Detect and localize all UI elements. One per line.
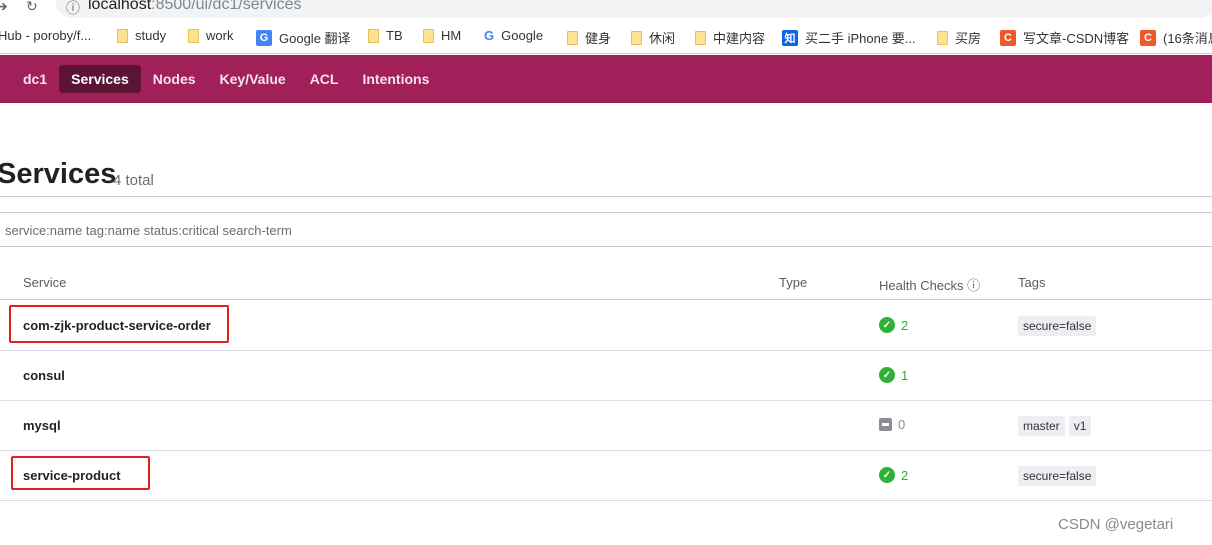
health-count: 0 <box>898 417 906 432</box>
google-icon: G <box>484 28 495 43</box>
csdn-icon: C <box>1140 29 1156 46</box>
tag-badge: secure=false <box>1018 316 1097 336</box>
nav-key-value[interactable]: Key/Value <box>208 65 298 93</box>
bookmark-label: 买房 <box>955 31 982 46</box>
folder-icon <box>937 30 948 45</box>
bookmark-item[interactable]: 买房 <box>937 28 981 47</box>
row-divider <box>0 400 1212 401</box>
health-checks: 0 <box>879 417 905 432</box>
watermark: CSDN @vegetari <box>1058 516 1174 533</box>
bookmark-label: 休闲 <box>649 31 676 46</box>
total-count: 4 total <box>113 172 154 189</box>
bookmark-item[interactable]: work <box>188 28 233 43</box>
bookmark-item[interactable]: HM <box>423 28 461 43</box>
bookmark-label: 健身 <box>585 31 612 46</box>
bookmark-item[interactable]: study <box>117 28 166 43</box>
health-count: 2 <box>901 317 909 333</box>
service-name[interactable]: mysql <box>23 418 61 433</box>
header-health[interactable]: Health Checks ⓘ <box>879 275 980 294</box>
nav-intentions[interactable]: Intentions <box>350 65 441 93</box>
highlight-box <box>9 305 229 343</box>
bookmark-item[interactable]: G Google <box>484 28 543 43</box>
bookmark-label: HM <box>441 28 462 43</box>
bookmark-label: Hub - poroby/f... <box>0 28 92 43</box>
bookmark-item[interactable]: G Google 翻译 <box>256 28 351 47</box>
nav-nodes[interactable]: Nodes <box>141 65 208 93</box>
bookmark-item[interactable]: 休闲 <box>631 28 675 47</box>
bookmark-label: TB <box>386 28 403 43</box>
csdn-icon: C <box>1000 29 1016 46</box>
reload-icon[interactable]: ↻ <box>26 0 38 15</box>
divider <box>0 196 1212 197</box>
health-checks: ✓ 2 <box>879 467 908 483</box>
bookmark-item[interactable]: TB <box>368 28 403 43</box>
tag-badge: secure=false <box>1018 466 1097 486</box>
header-divider <box>0 299 1212 300</box>
bookmark-label: Google <box>501 28 544 43</box>
datacenter-menu[interactable]: dc1 <box>11 65 59 93</box>
bookmark-label: (16条消息 <box>1163 31 1212 46</box>
tags: secure=false <box>1018 316 1097 336</box>
zhihu-icon: 知 <box>782 29 798 46</box>
bookmark-item[interactable]: 健身 <box>567 28 611 47</box>
health-checks: ✓ 1 <box>879 367 908 383</box>
info-icon[interactable]: ⓘ <box>66 0 80 18</box>
search-input[interactable]: service:name tag:name status:critical se… <box>0 212 1212 247</box>
bookmark-item[interactable]: C (16条消息 <box>1140 28 1212 47</box>
back-icon[interactable]: ➔ <box>0 0 8 15</box>
header-tags[interactable]: Tags <box>1018 275 1045 290</box>
bookmark-item[interactable]: 中建内容 <box>695 28 765 47</box>
tag-badge: master <box>1018 416 1065 436</box>
tags: master v1 <box>1018 416 1092 436</box>
google-translate-icon: G <box>256 29 272 46</box>
bookmark-label: 中建内容 <box>713 31 766 46</box>
nav-services[interactable]: Services <box>59 65 141 93</box>
bookmark-label: 写文章-CSDN博客 <box>1023 31 1130 46</box>
folder-icon <box>423 28 434 43</box>
tag-badge: v1 <box>1068 416 1092 436</box>
health-count: 1 <box>901 367 909 383</box>
url-text[interactable]: localhost:8500/ui/dc1/services <box>88 0 301 14</box>
bookmark-item[interactable]: C 写文章-CSDN博客 <box>1000 28 1129 47</box>
header-type[interactable]: Type <box>779 275 807 290</box>
bookmark-item[interactable]: Hub - poroby/f... <box>0 28 91 43</box>
folder-icon <box>631 30 642 45</box>
health-checks: ✓ 2 <box>879 317 908 333</box>
bookmarks-bar: Hub - poroby/f... study work G Google 翻译 TB HM… <box>0 19 1212 54</box>
address-bar: ➔ ↻ ⓘ localhost:8500/ui/dc1/services <box>0 0 1212 19</box>
folder-icon <box>567 30 578 45</box>
highlight-box <box>11 456 150 490</box>
nav-acl[interactable]: ACL <box>298 65 351 93</box>
check-circle-icon: ✓ <box>879 467 895 483</box>
bookmark-label: Google 翻译 <box>279 31 351 46</box>
page-title: Services <box>0 158 117 190</box>
row-divider <box>0 500 1212 501</box>
bookmark-label: study <box>135 28 167 43</box>
row-divider <box>0 350 1212 351</box>
service-name[interactable]: consul <box>23 368 65 383</box>
folder-icon <box>368 28 379 43</box>
bookmark-label: work <box>206 28 234 43</box>
tags: secure=false <box>1018 466 1097 486</box>
folder-icon <box>117 28 128 43</box>
row-divider <box>0 450 1212 451</box>
top-nav: dc1 Services Nodes Key/Value ACL Intenti… <box>0 55 1212 103</box>
minus-square-icon <box>879 418 892 431</box>
check-circle-icon: ✓ <box>879 317 895 333</box>
info-icon[interactable]: ⓘ <box>967 278 980 293</box>
bookmark-label: 买二手 iPhone 要... <box>805 31 916 46</box>
check-circle-icon: ✓ <box>879 367 895 383</box>
health-count: 2 <box>901 467 909 483</box>
folder-icon <box>188 28 199 43</box>
folder-icon <box>695 30 706 45</box>
bookmark-item[interactable]: 知买二手 iPhone 要... <box>782 28 916 47</box>
header-service[interactable]: Service <box>23 275 66 290</box>
